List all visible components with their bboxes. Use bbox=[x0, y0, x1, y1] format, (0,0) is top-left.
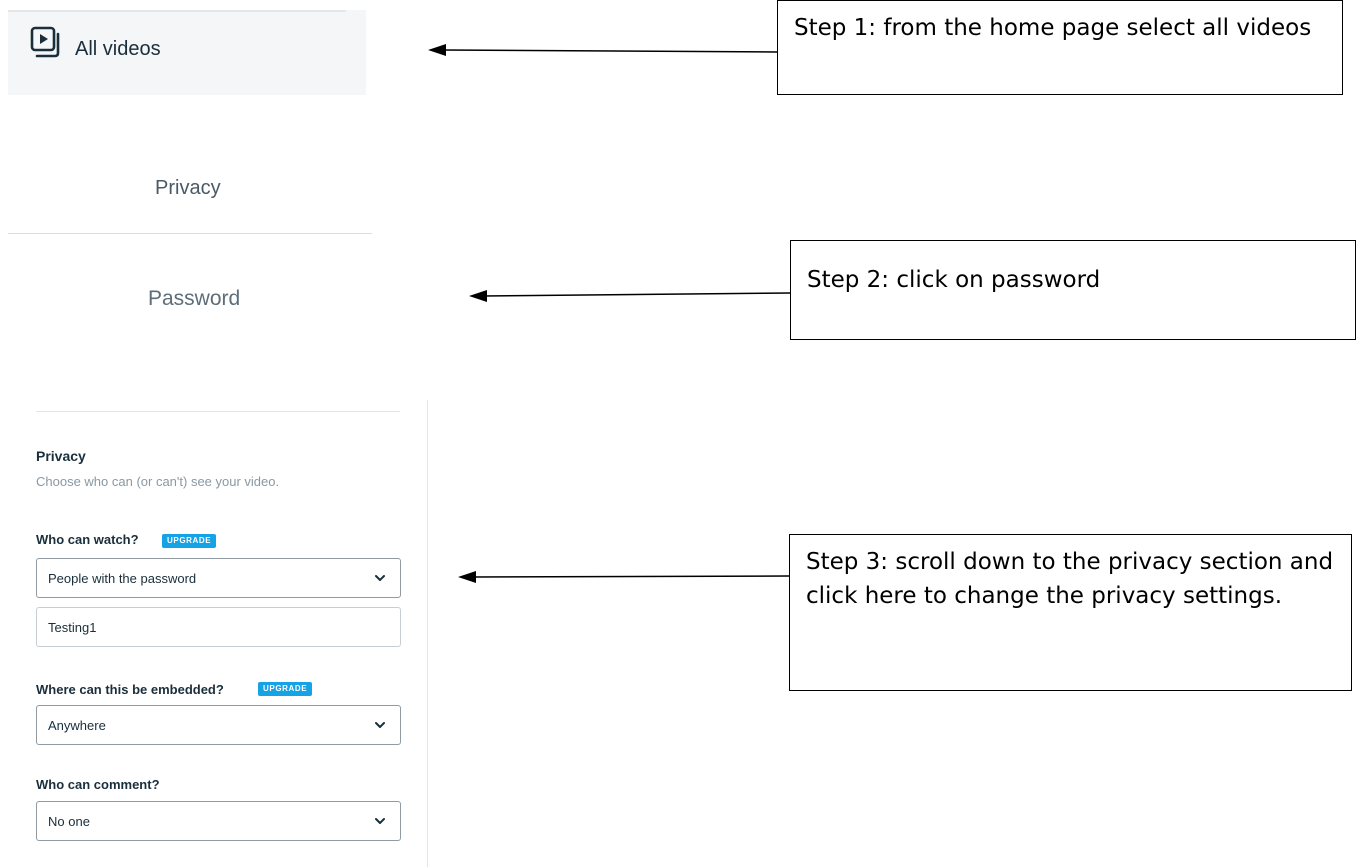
callout-step-3: Step 3: scroll down to the privacy secti… bbox=[789, 534, 1352, 691]
upgrade-badge[interactable]: UPGRADE bbox=[258, 682, 313, 696]
video-library-icon[interactable] bbox=[30, 26, 60, 58]
arrow-step-3 bbox=[458, 571, 790, 583]
upgrade-badge[interactable]: UPGRADE bbox=[162, 534, 217, 548]
tab-privacy[interactable]: Privacy bbox=[155, 177, 221, 200]
who-can-watch-label: Who can watch? bbox=[36, 532, 139, 547]
all-videos-panel bbox=[8, 10, 366, 95]
selected-value: People with the password bbox=[48, 571, 197, 586]
privacy-description: Choose who can (or can't) see your video… bbox=[36, 474, 280, 489]
chevron-down-icon bbox=[375, 575, 385, 581]
privacy-heading: Privacy bbox=[36, 448, 86, 464]
password-value: Testing1 bbox=[48, 620, 97, 635]
arrow-step-2 bbox=[469, 290, 791, 302]
who-can-watch-select[interactable]: People with the password bbox=[36, 558, 401, 598]
callout-step-1: Step 1: from the home page select all vi… bbox=[777, 0, 1343, 95]
all-videos-link[interactable]: All videos bbox=[75, 38, 161, 61]
divider bbox=[36, 411, 400, 412]
who-can-comment-select[interactable]: No one bbox=[36, 801, 401, 841]
tab-password[interactable]: Password bbox=[148, 287, 240, 311]
arrow-step-1 bbox=[428, 44, 778, 56]
embed-select[interactable]: Anywhere bbox=[36, 705, 401, 745]
password-field[interactable]: Testing1 bbox=[36, 607, 401, 647]
chevron-down-icon bbox=[375, 722, 385, 728]
selected-value: No one bbox=[48, 814, 90, 829]
divider bbox=[8, 10, 346, 12]
embed-label: Where can this be embedded? bbox=[36, 682, 224, 697]
chevron-down-icon bbox=[375, 818, 385, 824]
selected-value: Anywhere bbox=[48, 718, 106, 733]
divider bbox=[8, 233, 372, 234]
who-can-comment-label: Who can comment? bbox=[36, 777, 160, 792]
callout-step-2: Step 2: click on password bbox=[790, 240, 1356, 340]
